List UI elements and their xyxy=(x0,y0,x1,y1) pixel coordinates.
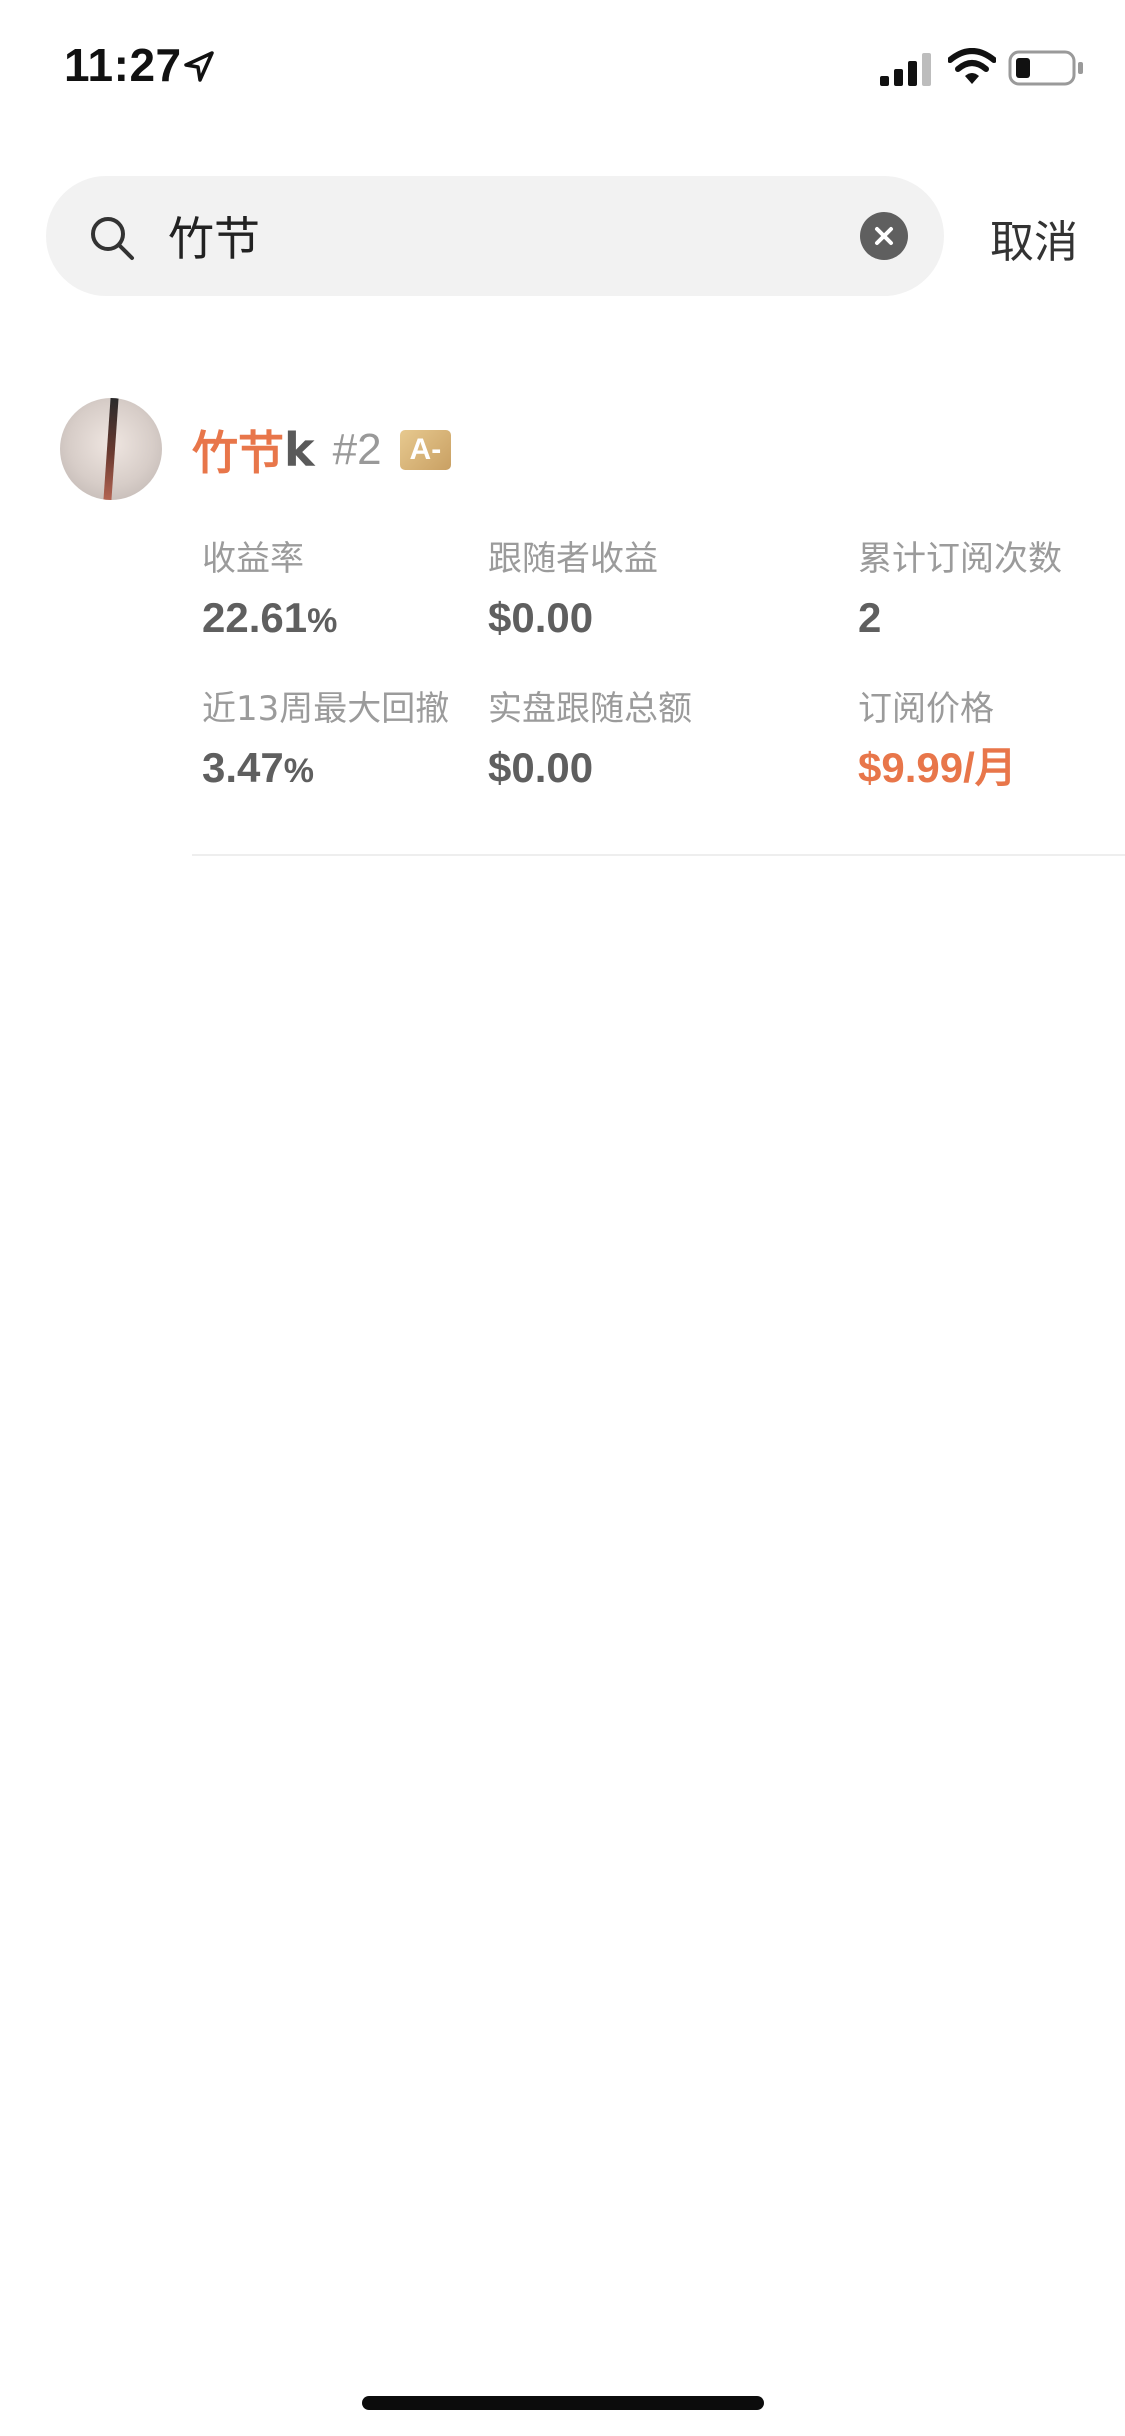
stat-value: $0.00 xyxy=(488,744,594,791)
location-arrow-icon xyxy=(184,51,214,82)
subscription-price-value: $9.99/月 xyxy=(858,743,1017,792)
cellular-signal-icon xyxy=(880,53,931,86)
stat-value: 22.61% xyxy=(202,594,338,641)
avatar-image-detail xyxy=(103,398,119,500)
clear-circle-icon xyxy=(875,227,893,245)
stat-follower-profit: 跟随者收益 $0.00 xyxy=(488,534,658,644)
divider xyxy=(192,854,1125,856)
search-result-item[interactable]: 竹节 k #2 A- 收益率 22.61% 跟随者收益 $0.00 累计订阅次数 … xyxy=(0,380,1125,858)
stat-label: 累计订阅次数 xyxy=(858,539,1062,579)
status-time: 11:27 xyxy=(64,39,182,91)
grade-badge: A- xyxy=(399,430,452,470)
stat-return-rate: 收益率 22.61% xyxy=(202,534,337,644)
stat-value: 3.47% xyxy=(202,744,314,791)
search-icon xyxy=(91,217,134,260)
stat-label: 跟随者收益 xyxy=(488,539,658,579)
stat-label: 收益率 xyxy=(202,539,304,579)
clear-search-button[interactable] xyxy=(860,212,908,260)
stat-value: $0.00 xyxy=(488,594,594,641)
avatar[interactable] xyxy=(60,398,162,500)
stat-label: 近13周最大回撤 xyxy=(202,689,450,729)
rank-label: #2 xyxy=(332,425,382,474)
trader-name-row: 竹节 k #2 A- xyxy=(192,420,452,480)
status-bar: 11:27 xyxy=(0,0,1125,132)
cancel-button[interactable]: 取消 xyxy=(990,206,1078,270)
stat-live-follow-total: 实盘跟随总额 $0.00 xyxy=(488,684,692,794)
stat-label: 实盘跟随总额 xyxy=(488,689,692,729)
wifi-icon xyxy=(948,48,996,84)
trader-name-match: 竹节 xyxy=(192,426,284,480)
search-input[interactable] xyxy=(168,198,788,274)
search-bar[interactable] xyxy=(46,176,944,296)
stat-max-drawdown: 近13周最大回撤 3.47% xyxy=(202,684,449,794)
home-indicator[interactable] xyxy=(362,2396,764,2410)
stat-value: 2 xyxy=(858,594,882,641)
stat-label: 订阅价格 xyxy=(858,689,994,729)
battery-icon xyxy=(1008,50,1083,86)
stat-total-subscriptions: 累计订阅次数 2 xyxy=(858,534,1062,644)
trader-name-rest: k xyxy=(284,423,315,477)
stat-subscription-price: 订阅价格 $9.99/月 xyxy=(858,684,1017,794)
